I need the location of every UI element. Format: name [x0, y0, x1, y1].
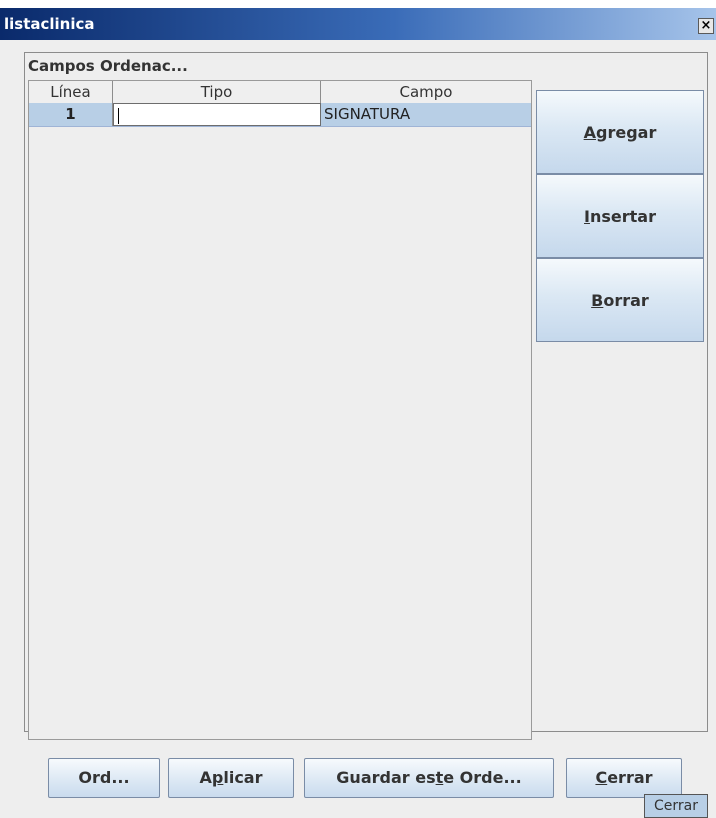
cerrar-mnemonic: C: [595, 768, 608, 787]
guardar-orden-button[interactable]: Guardar este Orde...: [304, 758, 554, 798]
close-icon[interactable]: ×: [698, 18, 714, 34]
table-row[interactable]: 1 SIGNATURA: [29, 103, 531, 127]
column-header-campo[interactable]: Campo: [321, 81, 531, 103]
aplicar-mnemonic: p: [211, 768, 224, 787]
sort-fields-table[interactable]: Línea Tipo Campo 1 SIGNATURA: [28, 80, 532, 740]
text-caret: [118, 107, 119, 124]
agregar-button[interactable]: Agregar: [536, 90, 704, 174]
guardar-label-post: e Orde...: [443, 768, 522, 787]
guardar-label-pre: Guardar es: [336, 768, 436, 787]
aplicar-label-post: licar: [223, 768, 263, 787]
aplicar-label-pre: A: [199, 768, 212, 787]
title-bar[interactable]: listaclinica ×: [0, 8, 716, 40]
column-header-tipo[interactable]: Tipo: [113, 81, 321, 103]
column-header-linea[interactable]: Línea: [29, 81, 113, 103]
borrar-button[interactable]: Borrar: [536, 258, 704, 342]
agregar-mnemonic: A: [583, 123, 597, 142]
cerrar-label-post: errar: [607, 768, 653, 787]
ord-button[interactable]: Ord...: [48, 758, 160, 798]
table-header: Línea Tipo Campo: [29, 81, 531, 104]
tipo-cell-editor[interactable]: [113, 103, 321, 126]
campo-cell[interactable]: SIGNATURA: [321, 103, 531, 126]
panel-title: Campos Ordenac...: [28, 57, 188, 75]
borrar-mnemonic: B: [591, 291, 604, 310]
agregar-label-post: gregar: [596, 123, 657, 142]
window-title: listaclinica: [4, 15, 95, 33]
aplicar-button[interactable]: Aplicar: [168, 758, 294, 798]
linea-cell[interactable]: 1: [29, 103, 113, 126]
insertar-button[interactable]: Insertar: [536, 174, 704, 258]
borrar-label-post: orrar: [603, 291, 649, 310]
screen-top-strip: [0, 0, 716, 8]
cerrar-button[interactable]: Cerrar: [566, 758, 682, 798]
insertar-label-post: nsertar: [589, 207, 656, 226]
cerrar-tooltip: Cerrar: [644, 794, 708, 818]
